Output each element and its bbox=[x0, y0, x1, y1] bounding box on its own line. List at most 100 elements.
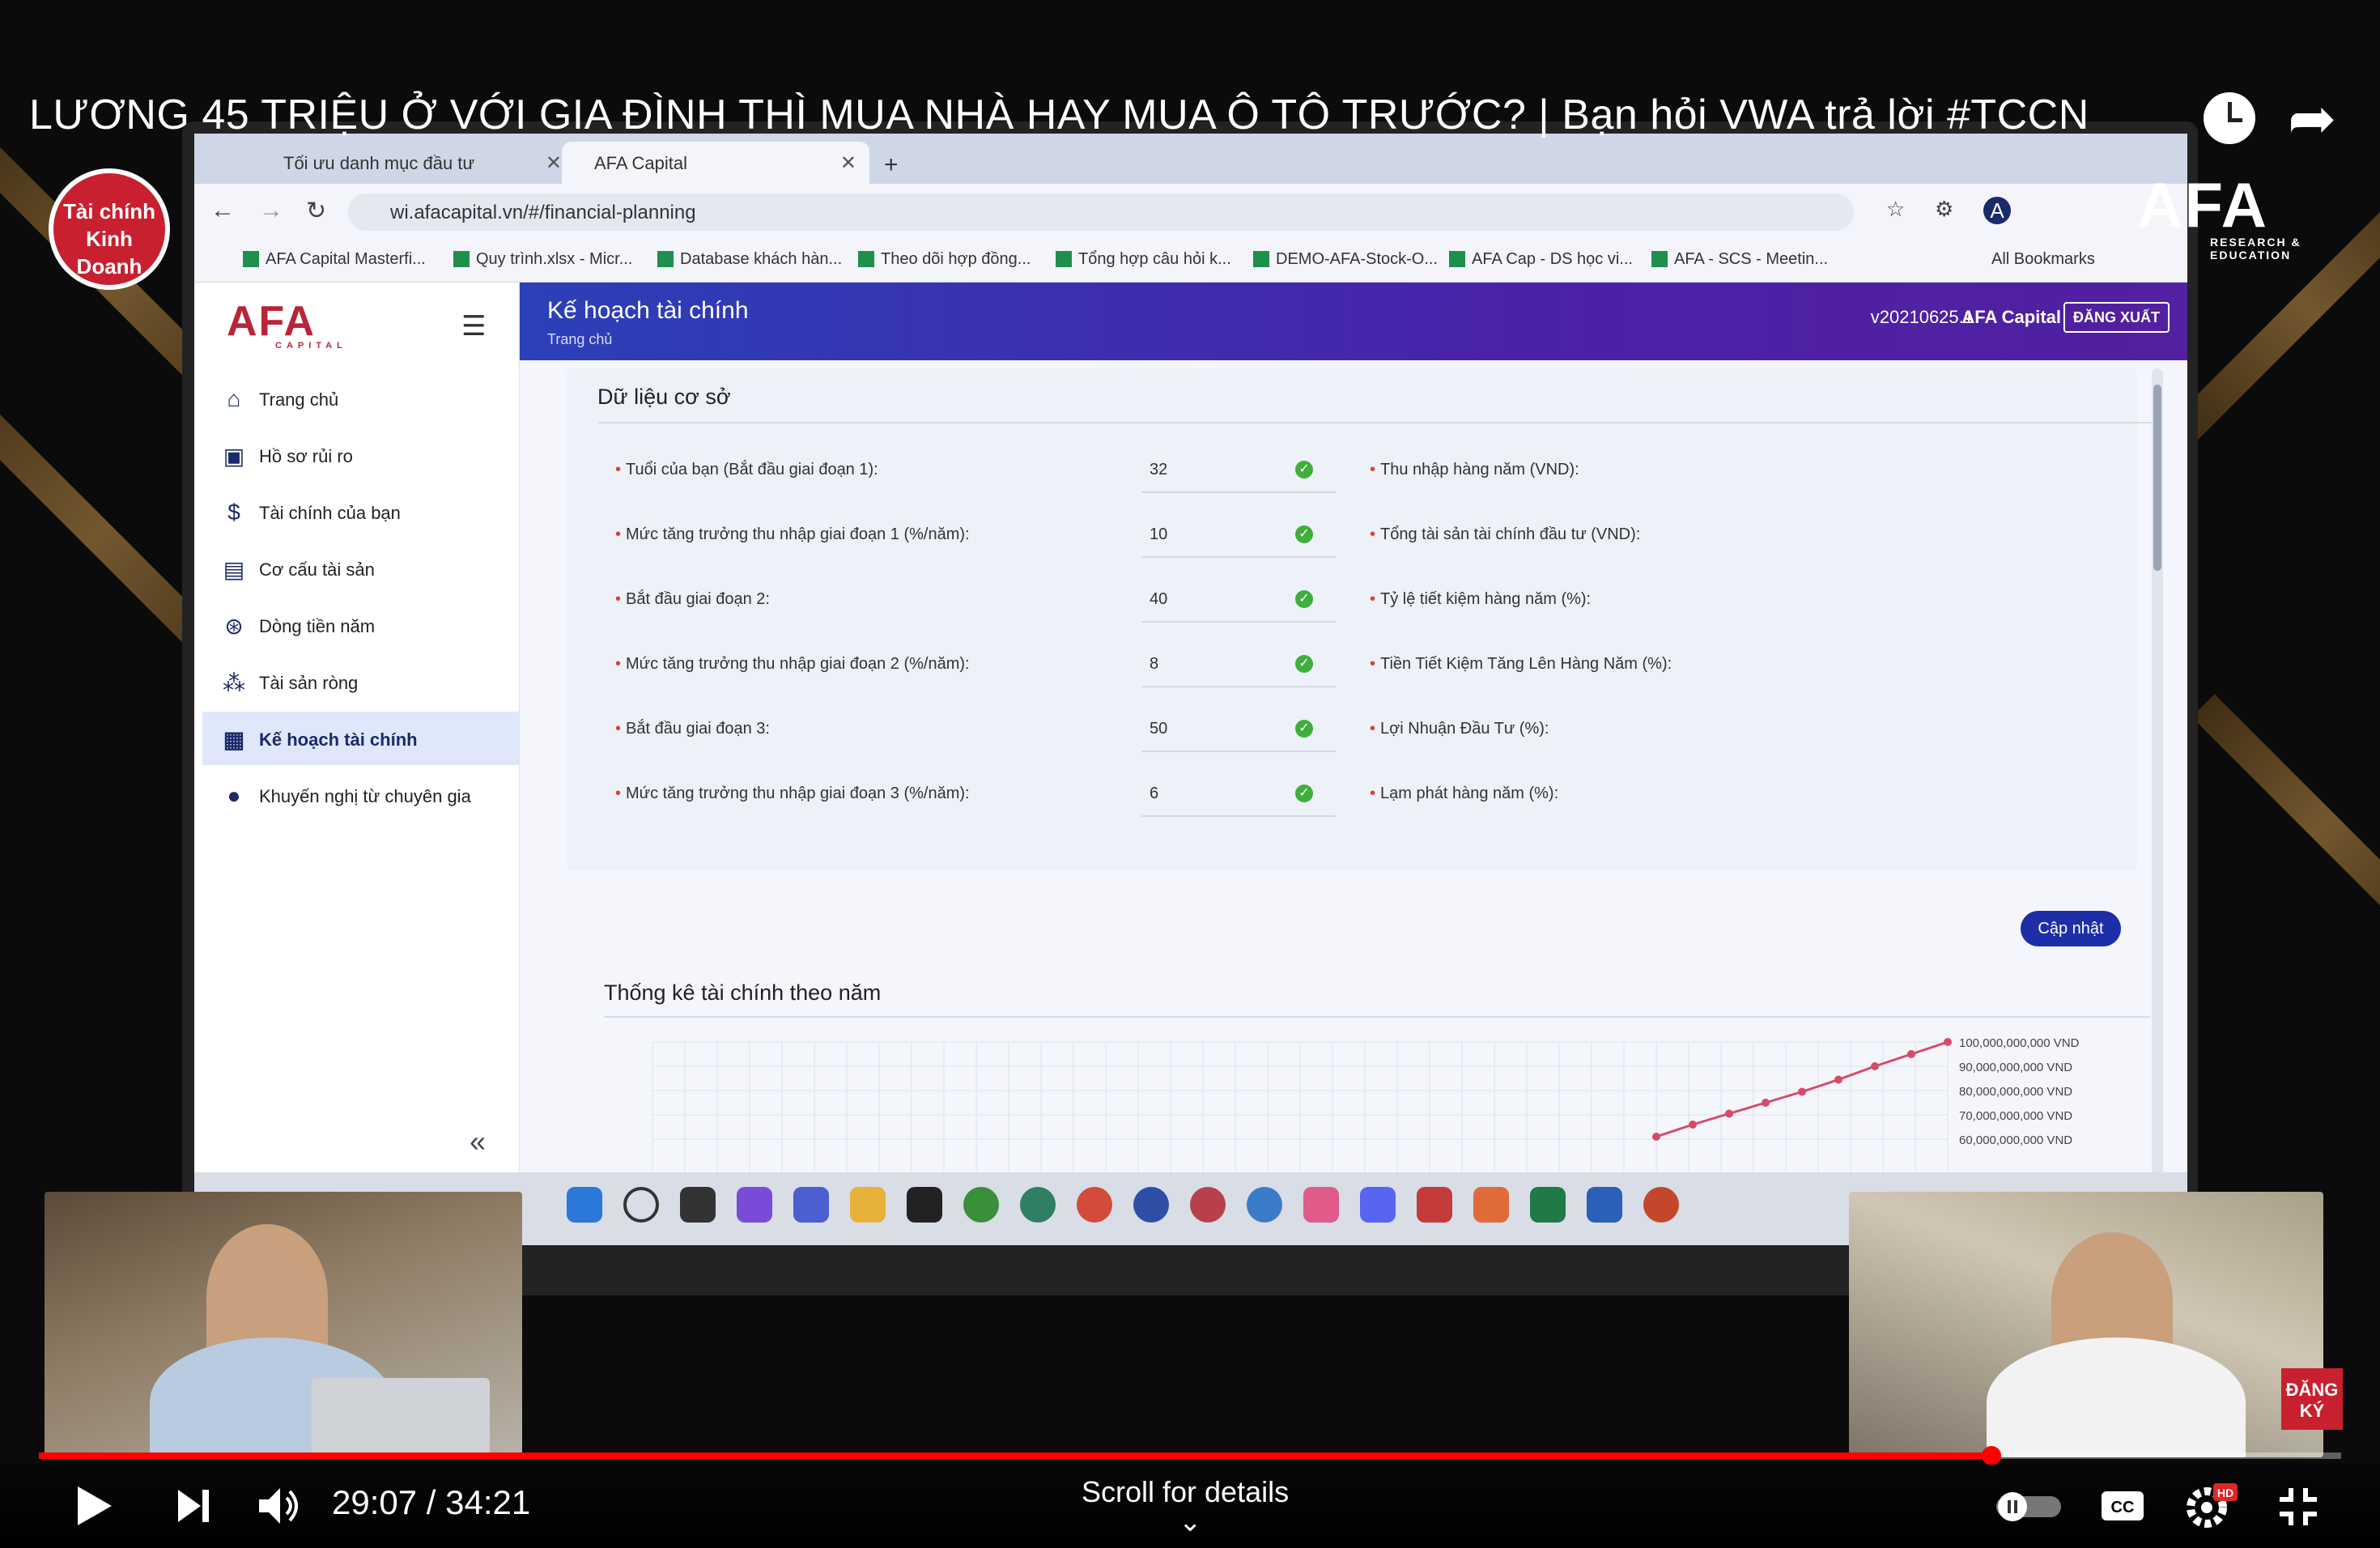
chrome-icon[interactable] bbox=[963, 1187, 999, 1223]
autoplay-toggle[interactable] bbox=[1995, 1490, 2063, 1522]
right-field-row: •Tỷ lệ tiết kiệm hàng năm (%):31✓ bbox=[1370, 580, 2187, 629]
sidebar: AFA CAPITAL ☰ ⌂ Trang chủ ▣ Hồ sơ rủi ro $ T… bbox=[194, 283, 520, 1186]
bulb-icon: ● bbox=[227, 783, 241, 808]
logout-button[interactable]: ĐĂNG XUẤT bbox=[2063, 302, 2170, 333]
field-underline bbox=[1141, 751, 1336, 752]
notion-icon[interactable] bbox=[907, 1187, 942, 1223]
reload-icon[interactable]: ↻ bbox=[306, 197, 326, 225]
field-underline bbox=[1141, 686, 1336, 687]
field-label: • Mức tăng trưởng thu nhập giai đoạn 2 (%… bbox=[615, 655, 970, 673]
search-icon[interactable] bbox=[623, 1187, 659, 1223]
collapse-sidebar-icon[interactable]: « bbox=[470, 1125, 486, 1159]
scrollbar-thumb[interactable] bbox=[2153, 385, 2161, 571]
bookmark-item[interactable]: Database khách hàn... bbox=[657, 250, 842, 269]
sidebar-item-finance[interactable]: $ Tài chính của bạn bbox=[202, 485, 520, 538]
forward-icon[interactable]: → bbox=[259, 197, 283, 224]
bookmark-item[interactable]: AFA Capital Masterfi... bbox=[243, 250, 426, 269]
scroll-hint[interactable]: Scroll for details bbox=[1082, 1475, 1289, 1509]
captions-icon[interactable]: CC bbox=[2100, 1488, 2145, 1524]
bookmark-item[interactable]: AFA - SCS - Meetin... bbox=[1651, 250, 1828, 269]
url-input[interactable]: wi.afacapital.vn/#/financial-planning bbox=[348, 194, 1854, 231]
menu-toggle-icon[interactable]: ☰ bbox=[461, 310, 486, 342]
new-tab-icon[interactable]: + bbox=[874, 142, 915, 184]
close-icon[interactable]: ✕ bbox=[546, 151, 562, 175]
org-label: AFA Capital bbox=[1961, 307, 2061, 327]
close-icon[interactable]: ✕ bbox=[840, 151, 856, 175]
sidebar-item-asset-structure[interactable]: ▤ Cơ cấu tài sản bbox=[202, 542, 520, 595]
left-field-row: • Mức tăng trưởng thu nhập giai đoạn 1 (%… bbox=[615, 516, 1336, 564]
browser-tab[interactable]: Tối ưu danh mục đầu tư ✕ bbox=[251, 142, 575, 184]
chevron-down-icon[interactable]: ⌄ bbox=[1179, 1506, 1202, 1538]
back-icon[interactable]: ← bbox=[210, 197, 235, 224]
teams-icon[interactable] bbox=[793, 1187, 829, 1223]
video-title[interactable]: LƯƠNG 45 TRIỆU Ở VỚI GIA ĐÌNH THÌ MUA NH… bbox=[29, 91, 2089, 139]
extension-icon[interactable]: ⚙ bbox=[1935, 197, 1953, 222]
chrome-icon[interactable] bbox=[1190, 1187, 1226, 1223]
subscribe-button[interactable]: ĐĂNG KÝ bbox=[2281, 1368, 2343, 1430]
bookmark-item[interactable]: AFA Cap - DS học vi... bbox=[1449, 250, 1633, 269]
field-label: • Tổng tài sản tài chính đầu tư (VND): bbox=[1370, 525, 1641, 543]
field-input[interactable]: 32 bbox=[1150, 461, 1167, 479]
folder-icon[interactable] bbox=[850, 1187, 886, 1223]
left-field-row: • Bắt đầu giai đoạn 2: 40 ✓ bbox=[615, 580, 1336, 629]
settings-icon[interactable]: HD bbox=[2186, 1482, 2239, 1529]
slack-icon[interactable] bbox=[1303, 1187, 1339, 1223]
excel-icon[interactable] bbox=[1530, 1187, 1566, 1223]
powerpoint-icon[interactable] bbox=[1643, 1187, 1679, 1223]
left-field-row: • Mức tăng trưởng thu nhập giai đoạn 3 (%… bbox=[615, 775, 1336, 823]
word-icon[interactable] bbox=[1587, 1187, 1622, 1223]
windows-start-icon[interactable] bbox=[567, 1187, 602, 1223]
sidebar-item-expert-advice[interactable]: ● Khuyến nghị từ chuyên gia bbox=[202, 768, 520, 822]
field-input[interactable]: 10 bbox=[1150, 525, 1167, 544]
field-input[interactable]: 50 bbox=[1150, 720, 1167, 738]
browser-tab-active[interactable]: AFA Capital ✕ bbox=[562, 142, 869, 184]
field-input[interactable]: 40 bbox=[1150, 590, 1167, 609]
right-field-row: •Lạm phát hàng năm (%):4✓ bbox=[1370, 775, 2187, 823]
progress-played[interactable] bbox=[39, 1452, 1991, 1459]
sidebar-item-risk-profile[interactable]: ▣ Hồ sơ rủi ro bbox=[202, 428, 520, 482]
play-icon[interactable] bbox=[74, 1485, 113, 1527]
video-player[interactable]: Tối ưu danh mục đầu tư ✕ AFA Capital ✕ +… bbox=[0, 0, 2380, 1548]
star-icon[interactable]: ☆ bbox=[1886, 197, 1905, 222]
watch-later-icon[interactable] bbox=[2204, 92, 2255, 144]
bookmark-item[interactable]: DEMO-AFA-Stock-O... bbox=[1253, 250, 1438, 269]
app-icon[interactable] bbox=[1473, 1187, 1509, 1223]
next-icon[interactable] bbox=[176, 1488, 212, 1524]
progress-scrubber[interactable] bbox=[1982, 1446, 2001, 1465]
all-bookmarks[interactable]: All Bookmarks bbox=[1991, 250, 2095, 269]
bookmark-item[interactable]: Quy trình.xlsx - Micr... bbox=[453, 250, 632, 269]
chrome-icon[interactable] bbox=[1077, 1187, 1112, 1223]
sidebar-item-home[interactable]: ⌂ Trang chủ bbox=[202, 372, 520, 425]
chrome-icon[interactable] bbox=[1133, 1187, 1169, 1223]
volume-icon[interactable] bbox=[257, 1486, 301, 1525]
field-label: • Tuổi của bạn (Bắt đầu giai đoạn 1): bbox=[615, 461, 878, 478]
breadcrumb[interactable]: Trang chủ bbox=[547, 331, 612, 348]
scrollbar[interactable] bbox=[2152, 368, 2163, 1178]
profile-avatar[interactable]: A bbox=[1983, 197, 2011, 224]
field-input[interactable]: 8 bbox=[1150, 655, 1158, 674]
sidebar-item-net-worth[interactable]: ⁂ Tài sản ròng bbox=[202, 655, 520, 708]
app-icon[interactable] bbox=[1417, 1187, 1452, 1223]
data-point bbox=[1762, 1099, 1770, 1107]
update-button[interactable]: Cập nhật bbox=[2021, 911, 2121, 946]
left-field-row: • Bắt đầu giai đoạn 3: 50 ✓ bbox=[615, 710, 1336, 759]
field-underline bbox=[1141, 556, 1336, 558]
field-underline bbox=[1141, 815, 1336, 817]
sidebar-item-cashflow[interactable]: ⊛ Dòng tiền năm bbox=[202, 598, 520, 652]
sidebar-item-financial-plan[interactable]: ▦ Kế hoạch tài chính bbox=[202, 712, 520, 765]
field-label: • Thu nhập hàng năm (VND): bbox=[1370, 461, 1579, 478]
channel-logo: Tài chính Kinh Doanh bbox=[49, 168, 170, 290]
left-field-row: • Mức tăng trưởng thu nhập giai đoạn 2 (%… bbox=[615, 645, 1336, 694]
exit-fullscreen-icon[interactable] bbox=[2278, 1486, 2318, 1527]
bookmark-item[interactable]: Theo dõi hợp đồng... bbox=[858, 250, 1031, 269]
field-input[interactable]: 6 bbox=[1150, 785, 1158, 803]
task-view-icon[interactable] bbox=[680, 1187, 716, 1223]
app-logo[interactable]: AFA CAPITAL bbox=[227, 297, 347, 351]
bookmark-item[interactable]: Tổng hợp câu hỏi k... bbox=[1056, 250, 1231, 269]
discord-icon[interactable] bbox=[1360, 1187, 1396, 1223]
check-icon: ✓ bbox=[1295, 785, 1313, 802]
share-icon[interactable]: ➦ bbox=[2288, 84, 2336, 152]
chrome-icon[interactable] bbox=[1020, 1187, 1056, 1223]
copilot-icon[interactable] bbox=[737, 1187, 772, 1223]
chrome-icon[interactable] bbox=[1247, 1187, 1282, 1223]
